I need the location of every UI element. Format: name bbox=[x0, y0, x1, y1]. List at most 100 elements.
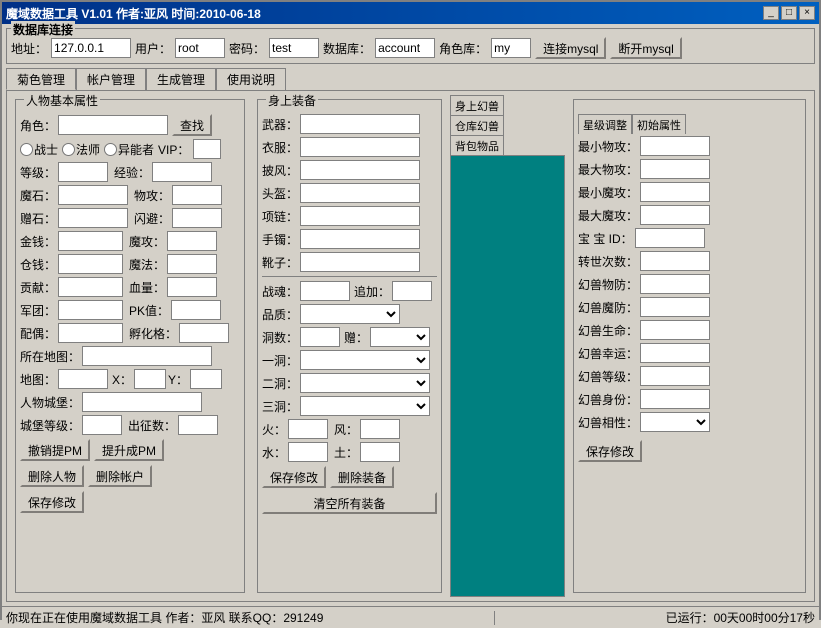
bracelet-input[interactable] bbox=[300, 229, 420, 249]
monster-tabs: 身上幻兽 bbox=[450, 95, 565, 115]
main-content: 人物基本属性 角色： 查找 战士 法师 异能者 VIP： 等级： 经验： bbox=[6, 90, 815, 602]
save-equip-button[interactable]: 保存修改 bbox=[262, 466, 326, 488]
gongxian-input[interactable] bbox=[58, 277, 123, 297]
close-button[interactable]: × bbox=[799, 6, 815, 20]
search-button[interactable]: 查找 bbox=[172, 114, 212, 136]
holes-input[interactable] bbox=[300, 327, 340, 347]
delete-equip-button[interactable]: 删除装备 bbox=[330, 466, 394, 488]
pet-level-input[interactable] bbox=[640, 366, 710, 386]
min-mag-atk-input[interactable] bbox=[640, 182, 710, 202]
map-input[interactable] bbox=[82, 346, 212, 366]
class-warrior[interactable] bbox=[20, 143, 33, 156]
star-tab-initial[interactable]: 初始属性 bbox=[632, 114, 686, 134]
zhanhun-input[interactable] bbox=[300, 281, 350, 301]
mofa-input[interactable] bbox=[167, 254, 217, 274]
disconnect-button[interactable]: 断开mysql bbox=[610, 37, 681, 59]
moshi-input[interactable] bbox=[58, 185, 128, 205]
monster-tab-bag[interactable]: 背包物品 bbox=[450, 135, 504, 155]
transfer-input[interactable] bbox=[640, 251, 710, 271]
delete-account-button[interactable]: 删除帐户 bbox=[88, 465, 152, 487]
city-level-input[interactable] bbox=[82, 415, 122, 435]
cangqian-input[interactable] bbox=[58, 254, 123, 274]
pet-luck-input[interactable] bbox=[640, 343, 710, 363]
monster-tab-body[interactable]: 身上幻兽 bbox=[450, 95, 504, 115]
minimize-button[interactable]: _ bbox=[763, 6, 779, 20]
db-label-text: 数据库： bbox=[323, 40, 371, 57]
class-psychic[interactable] bbox=[104, 143, 117, 156]
zengshi-input[interactable] bbox=[58, 208, 128, 228]
clear-equip-button[interactable]: 清空所有装备 bbox=[262, 492, 437, 514]
pet-affinity-select[interactable] bbox=[640, 412, 710, 432]
title-bar: 魔域数据工具 V1.01 作者:亚风 时间:2010-06-18 _ □ × bbox=[2, 2, 819, 24]
pet-phy-def-input[interactable] bbox=[640, 274, 710, 294]
add-input[interactable] bbox=[392, 281, 432, 301]
water-input[interactable] bbox=[288, 442, 328, 462]
pwd-label: 密码： bbox=[229, 40, 265, 57]
maximize-button[interactable]: □ bbox=[781, 6, 797, 20]
wind-input[interactable] bbox=[360, 419, 400, 439]
vip-input[interactable] bbox=[193, 139, 221, 159]
save-char-button[interactable]: 保存修改 bbox=[20, 491, 84, 513]
pk-input[interactable] bbox=[171, 300, 221, 320]
fire-input[interactable] bbox=[288, 419, 328, 439]
pet-identity-input[interactable] bbox=[640, 389, 710, 409]
weapon-input[interactable] bbox=[300, 114, 420, 134]
user-label: 用户： bbox=[135, 40, 171, 57]
addr-input[interactable] bbox=[51, 38, 131, 58]
pwd-input[interactable] bbox=[269, 38, 319, 58]
cloth-input[interactable] bbox=[300, 137, 420, 157]
junduan-input[interactable] bbox=[58, 300, 123, 320]
city-input[interactable] bbox=[82, 392, 202, 412]
quality-select[interactable] bbox=[300, 304, 400, 324]
class-mage[interactable] bbox=[62, 143, 75, 156]
expedition-input[interactable] bbox=[178, 415, 218, 435]
upgrade-button[interactable]: 提升成PM bbox=[94, 439, 164, 461]
jianqian-input[interactable] bbox=[58, 231, 123, 251]
save-star-button[interactable]: 保存修改 bbox=[578, 440, 642, 462]
hole1-select[interactable] bbox=[300, 350, 430, 370]
xueliang-input[interactable] bbox=[167, 277, 217, 297]
window-title: 魔域数据工具 V1.01 作者:亚风 时间:2010-06-18 bbox=[6, 5, 261, 22]
wugong-input[interactable] bbox=[172, 185, 222, 205]
max-mag-atk-input[interactable] bbox=[640, 205, 710, 225]
pet-hp-input[interactable] bbox=[640, 320, 710, 340]
equip-title: 身上装备 bbox=[266, 92, 318, 109]
dimap-input[interactable] bbox=[58, 369, 108, 389]
pet-mag-def-input[interactable] bbox=[640, 297, 710, 317]
cancel-upgrade-button[interactable]: 撤销提PM bbox=[20, 439, 90, 461]
tab-guise[interactable]: 菊色管理 bbox=[6, 68, 76, 90]
mogong-input[interactable] bbox=[167, 231, 217, 251]
cape-input[interactable] bbox=[300, 160, 420, 180]
min-phy-atk-input[interactable] bbox=[640, 136, 710, 156]
fuhuage-input[interactable] bbox=[179, 323, 229, 343]
status-divider bbox=[494, 611, 495, 625]
tab-account[interactable]: 帐户管理 bbox=[76, 68, 146, 90]
pet-id-input[interactable] bbox=[635, 228, 705, 248]
necklace-input[interactable] bbox=[300, 206, 420, 226]
shoes-input[interactable] bbox=[300, 252, 420, 272]
user-input[interactable] bbox=[175, 38, 225, 58]
role-input-field[interactable] bbox=[58, 115, 168, 135]
role-label: 角色库： bbox=[439, 40, 487, 57]
max-phy-atk-input[interactable] bbox=[640, 159, 710, 179]
star-tab-adjust[interactable]: 星级调整 bbox=[578, 114, 632, 134]
tab-generate[interactable]: 生成管理 bbox=[146, 68, 216, 90]
x-input[interactable] bbox=[134, 369, 166, 389]
hole3-select[interactable] bbox=[300, 396, 430, 416]
tab-help[interactable]: 使用说明 bbox=[216, 68, 286, 90]
db-input[interactable] bbox=[375, 38, 435, 58]
db-section: 数据库连接 地址： 用户： 密码： 数据库： 角色库： 连接mysql 断开my… bbox=[6, 28, 815, 64]
earth-input[interactable] bbox=[360, 442, 400, 462]
exp-input[interactable] bbox=[152, 162, 212, 182]
gift-select[interactable] bbox=[370, 327, 430, 347]
connect-button[interactable]: 连接mysql bbox=[535, 37, 606, 59]
role-input[interactable] bbox=[491, 38, 531, 58]
y-input[interactable] bbox=[190, 369, 222, 389]
delete-char-button[interactable]: 删除人物 bbox=[20, 465, 84, 487]
hole2-select[interactable] bbox=[300, 373, 430, 393]
helmet-input[interactable] bbox=[300, 183, 420, 203]
level-input[interactable] bbox=[58, 162, 108, 182]
monster-tab-storage[interactable]: 仓库幻兽 bbox=[450, 115, 504, 135]
peishu-input[interactable] bbox=[58, 323, 123, 343]
shanbi-input[interactable] bbox=[172, 208, 222, 228]
